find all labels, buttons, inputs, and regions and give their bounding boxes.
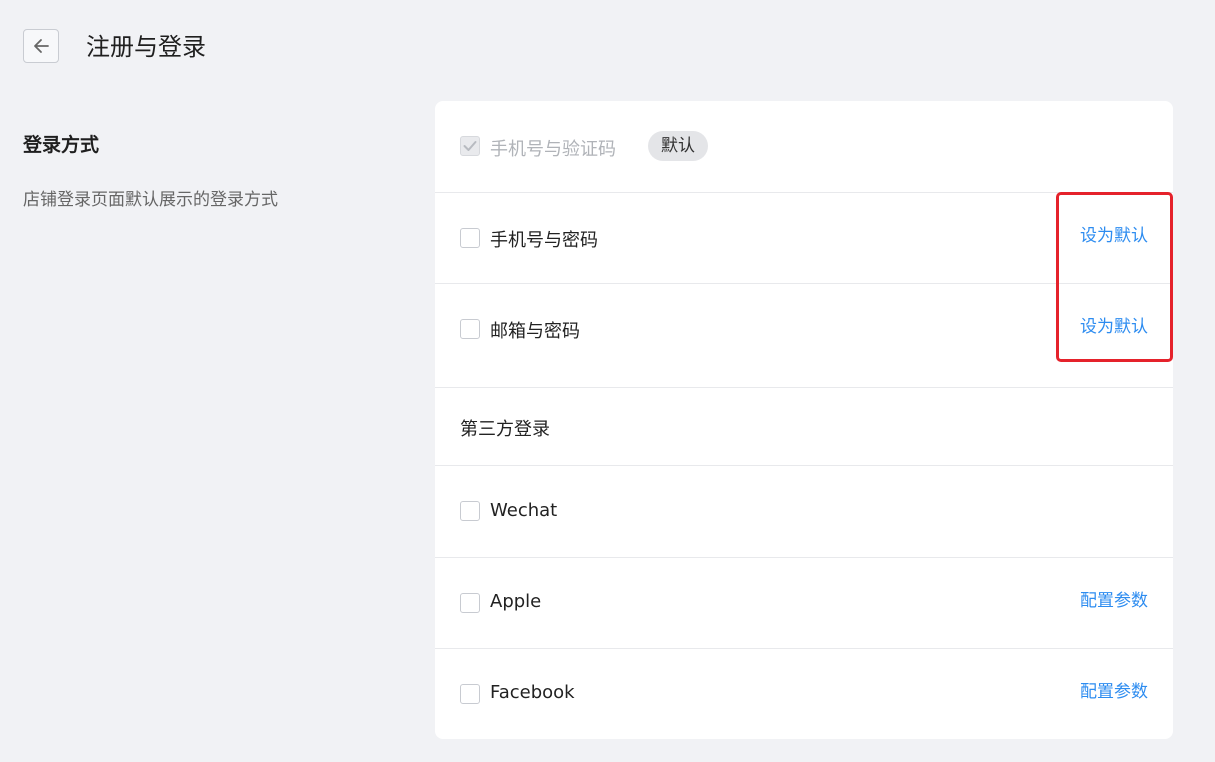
- set-default-link-email-password[interactable]: 设为默认: [1080, 312, 1148, 337]
- arrow-left-icon: [34, 39, 49, 53]
- page-title: 注册与登录: [86, 33, 206, 61]
- configure-params-link-apple[interactable]: 配置参数: [1080, 586, 1148, 611]
- phone-password-label: 手机号与密码: [490, 230, 598, 251]
- section-title: 登录方式: [23, 134, 100, 156]
- phone-password-checkbox[interactable]: [460, 228, 480, 248]
- email-password-checkbox[interactable]: [460, 319, 480, 339]
- third-party-heading-row: 第三方登录: [435, 388, 1173, 466]
- default-badge: 默认: [648, 131, 708, 161]
- third-party-row-facebook: Facebook 配置参数: [435, 649, 1173, 739]
- login-methods-card: 手机号与验证码 默认 手机号与密码 设为默认 邮箱与密码 设为默认 第三方登录 …: [435, 101, 1173, 739]
- back-button[interactable]: [23, 29, 59, 63]
- email-password-label: 邮箱与密码: [490, 321, 580, 342]
- phone-code-checkbox[interactable]: [460, 136, 480, 156]
- third-party-row-apple: Apple 配置参数: [435, 558, 1173, 649]
- configure-params-link-facebook[interactable]: 配置参数: [1080, 677, 1148, 702]
- login-method-row-phone-password: 手机号与密码 设为默认: [435, 193, 1173, 284]
- wechat-label: Wechat: [490, 500, 558, 521]
- login-method-row-phone-code: 手机号与验证码 默认: [435, 101, 1173, 193]
- apple-label: Apple: [490, 591, 542, 612]
- third-party-row-wechat: Wechat: [435, 466, 1173, 558]
- check-icon: [463, 141, 477, 151]
- facebook-checkbox[interactable]: [460, 684, 480, 704]
- section-description: 店铺登录页面默认展示的登录方式: [23, 190, 278, 210]
- set-default-link-phone-password[interactable]: 设为默认: [1080, 221, 1148, 246]
- apple-checkbox[interactable]: [460, 593, 480, 613]
- phone-code-label: 手机号与验证码: [490, 139, 616, 160]
- third-party-heading: 第三方登录: [460, 419, 550, 440]
- facebook-label: Facebook: [490, 682, 575, 703]
- login-method-row-email-password: 邮箱与密码 设为默认: [435, 284, 1173, 388]
- wechat-checkbox[interactable]: [460, 501, 480, 521]
